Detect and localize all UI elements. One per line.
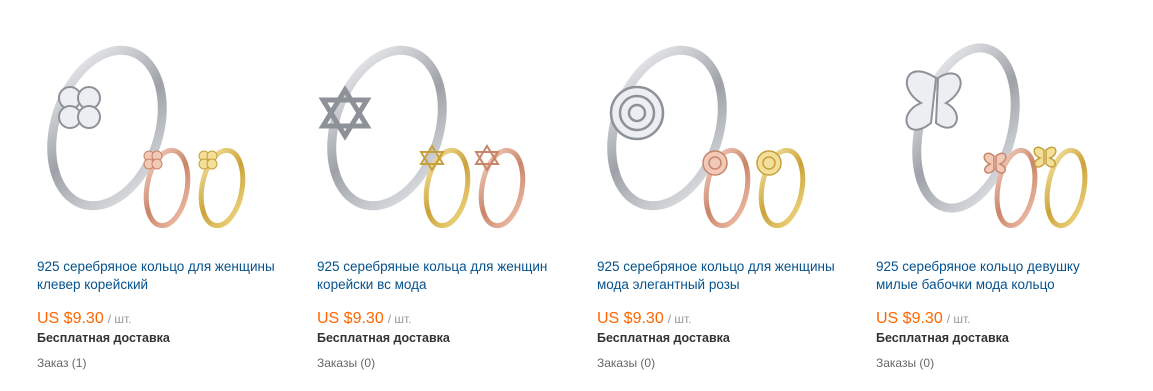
price-unit: / шт. [107, 312, 132, 326]
title-number: 925 [876, 259, 899, 274]
free-shipping-label: Бесплатная доставка [876, 331, 1009, 345]
price: US $9.30 [597, 310, 664, 327]
orders-count-link[interactable]: Заказы (0) [317, 355, 375, 371]
product-card: 925 серебряные кольца для женщин корейск… [317, 0, 557, 391]
price-row: US $9.30/ шт. [876, 309, 971, 329]
product-card: 925 серебряное кольцо для женщины мода э… [597, 0, 837, 391]
title-text: серебряное кольцо для женщины клевер кор… [37, 259, 275, 292]
title-number: 925 [37, 259, 60, 274]
price-unit: / шт. [387, 312, 412, 326]
product-title-link[interactable]: 925 серебряное кольцо девушку милые бабо… [876, 258, 1116, 294]
price-row: US $9.30/ шт. [317, 309, 412, 329]
product-title-link[interactable]: 925 серебряное кольцо для женщины клевер… [37, 258, 277, 294]
product-card: 925 серебряное кольцо для женщины клевер… [37, 0, 277, 391]
price: US $9.30 [317, 310, 384, 327]
price: US $9.30 [876, 310, 943, 327]
title-number: 925 [317, 259, 340, 274]
rose-charm-icon [609, 85, 665, 141]
product-image[interactable] [317, 18, 537, 238]
clover-charm-icon [58, 86, 101, 129]
free-shipping-label: Бесплатная доставка [317, 331, 450, 345]
title-text: серебряные кольца для женщин корейски вс… [317, 259, 548, 292]
product-card: 925 серебряное кольцо девушку милые бабо… [876, 0, 1116, 391]
product-image[interactable] [876, 18, 1096, 238]
price-row: US $9.30/ шт. [597, 309, 692, 329]
product-title-link[interactable]: 925 серебряное кольцо для женщины мода э… [597, 258, 837, 294]
product-image[interactable] [597, 18, 817, 238]
product-grid: 925 серебряное кольцо для женщины клевер… [0, 0, 1153, 391]
free-shipping-label: Бесплатная доставка [597, 331, 730, 345]
title-number: 925 [597, 259, 620, 274]
butterfly-charm-icon [905, 70, 962, 131]
orders-count-link[interactable]: Заказы (0) [597, 355, 655, 371]
price: US $9.30 [37, 310, 104, 327]
price-row: US $9.30/ шт. [37, 309, 132, 329]
title-text: серебряное кольцо для женщины мода элега… [597, 259, 835, 292]
product-title-link[interactable]: 925 серебряные кольца для женщин корейск… [317, 258, 557, 294]
price-unit: / шт. [667, 312, 692, 326]
product-image[interactable] [37, 18, 257, 238]
orders-count-link[interactable]: Заказы (0) [876, 355, 934, 371]
orders-count-link[interactable]: Заказ (1) [37, 355, 86, 371]
price-unit: / шт. [946, 312, 971, 326]
free-shipping-label: Бесплатная доставка [37, 331, 170, 345]
title-text: серебряное кольцо девушку милые бабочки … [876, 259, 1080, 292]
